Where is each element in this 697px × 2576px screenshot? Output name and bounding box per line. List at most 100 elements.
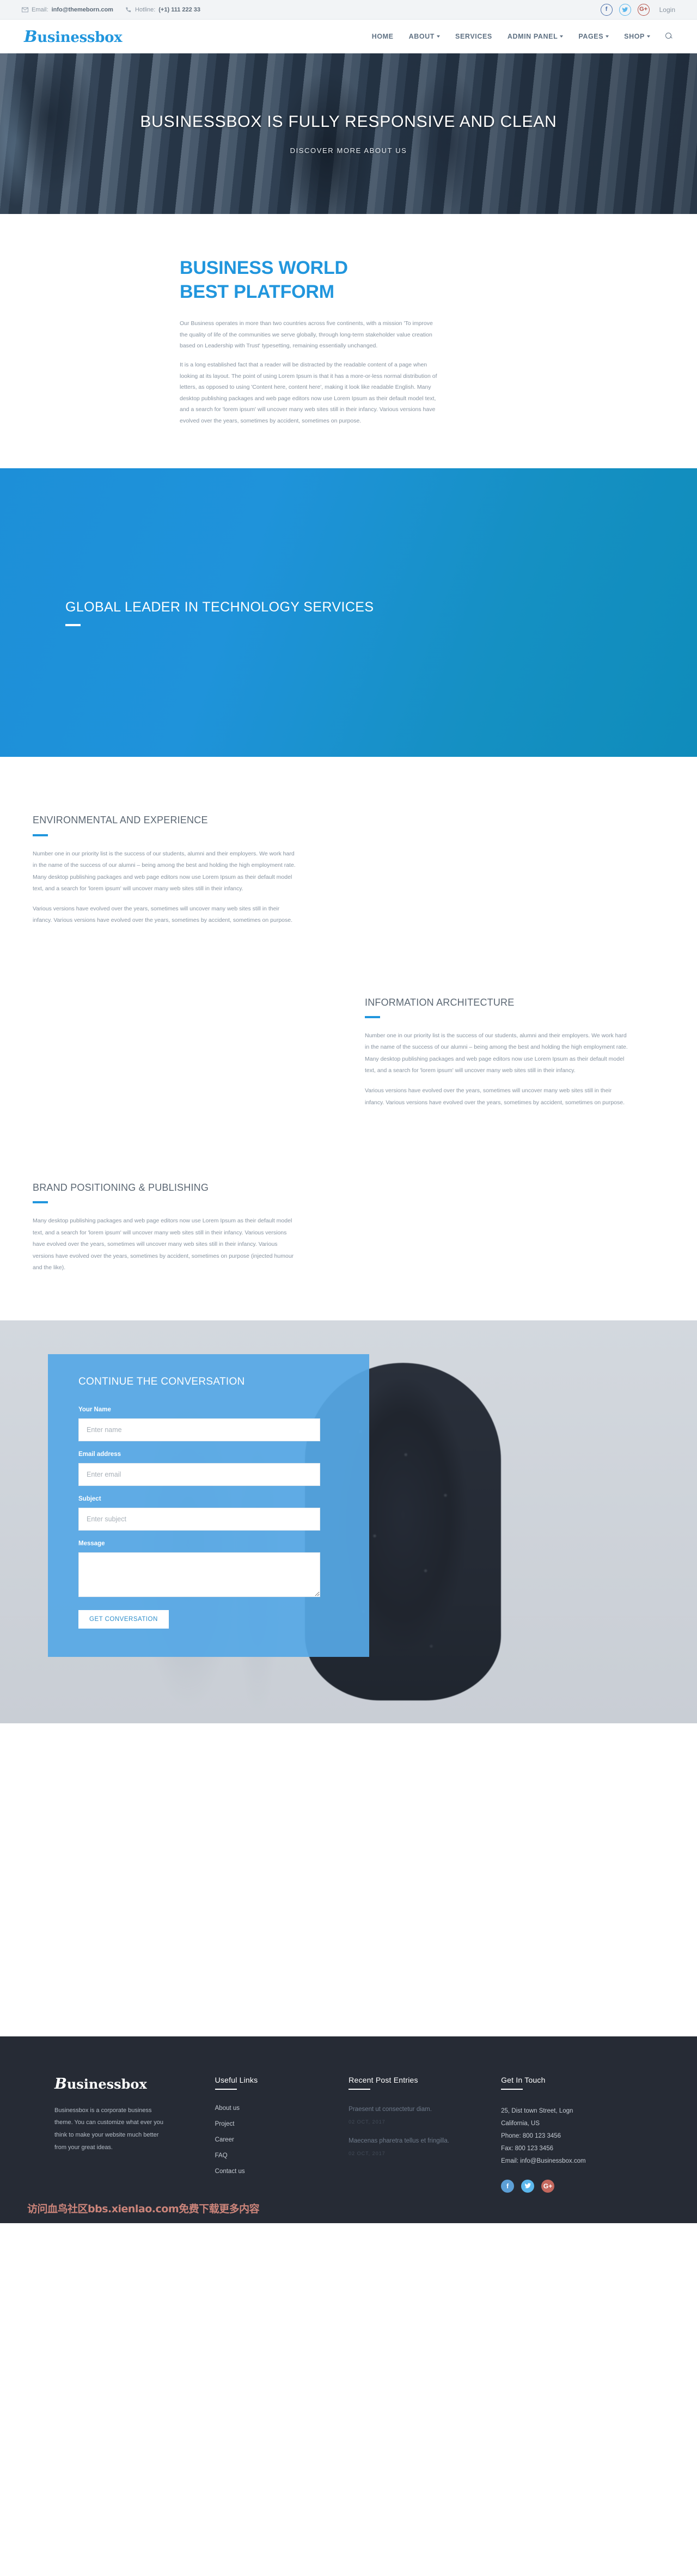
footer-address-line-1: 25, Dist town Street, Logn <box>501 2107 573 2114</box>
feature-col-right-3 <box>348 1181 664 1282</box>
hero-subtitle[interactable]: DISCOVER MORE ABOUT US <box>140 146 557 155</box>
feature-underline <box>33 1201 48 1204</box>
footer-useful-links-heading: Useful Links <box>215 2075 258 2084</box>
footer-link-project[interactable]: Project <box>215 2121 349 2127</box>
contact-section: CONTINUE THE CONVERSATION Your Name Emai… <box>0 1320 697 1723</box>
banner-inner: GLOBAL LEADER IN TECHNOLOGY SERVICES <box>0 599 374 626</box>
nav-item-shop-label: SHOP <box>624 33 645 40</box>
feature-title-environmental: ENVIRONMENTAL AND EXPERIENCE <box>33 815 208 826</box>
footer-link-career[interactable]: Career <box>215 2137 349 2143</box>
intro-body: Our Business operates in more than two c… <box>180 318 441 426</box>
feature-spacer-2 <box>0 1117 697 1181</box>
facebook-glyph: f <box>605 6 608 13</box>
nav-item-services[interactable]: SERVICES <box>455 33 492 40</box>
hero-content: BUSINESSBOX IS FULLY RESPONSIVE AND CLEA… <box>140 113 557 155</box>
feature-col-right-2: INFORMATION ARCHITECTURE Number one in o… <box>348 996 664 1117</box>
feature-col-right-1 <box>348 813 664 934</box>
topbar-hotline-value[interactable]: (+1) 111 222 33 <box>158 7 200 13</box>
top-bar-contact-group: Email: info@themeborn.com Hotline: (+1) … <box>22 7 200 13</box>
search-icon[interactable] <box>665 33 673 40</box>
google-plus-icon[interactable]: G+ <box>637 3 650 16</box>
login-link[interactable]: Login <box>659 6 675 14</box>
facebook-icon[interactable]: f <box>501 2179 515 2193</box>
nav-item-home[interactable]: HOME <box>372 33 394 40</box>
footer-get-in-touch-column: Get In Touch 25, Dist town Street, Logn … <box>501 2076 653 2193</box>
footer-link-faq[interactable]: FAQ <box>215 2152 349 2159</box>
feature-underline <box>33 834 48 836</box>
nav-item-admin-panel[interactable]: ADMIN PANEL <box>508 33 564 40</box>
nav-item-pages-label: PAGES <box>578 33 604 40</box>
feature-paragraph: Number one in our priority list is the s… <box>33 850 296 892</box>
intro-title: BUSINESS WORLD BEST PLATFORM <box>180 258 348 302</box>
nav-item-services-label: SERVICES <box>455 33 492 40</box>
feature-spacer-1 <box>0 935 697 996</box>
footer-heading-underline <box>501 2088 523 2090</box>
nav-links: HOME ABOUT SERVICES ADMIN PANEL PAGES SH… <box>372 33 673 40</box>
envelope-icon <box>22 7 28 13</box>
footer-link-about-us[interactable]: About us <box>215 2105 349 2112</box>
phone-icon <box>125 7 132 13</box>
nav-item-pages[interactable]: PAGES <box>578 33 609 40</box>
feature-title-brand-positioning: BRAND POSITIONING & PUBLISHING <box>33 1182 209 1194</box>
twitter-icon[interactable] <box>619 3 631 16</box>
feature-block-brand-positioning: BRAND POSITIONING & PUBLISHING Many desk… <box>33 1181 299 1274</box>
footer-post-date: 02 OCT, 2017 <box>348 2119 386 2125</box>
footer-recent-posts-column: Recent Post Entries Praesent ut consecte… <box>348 2076 501 2193</box>
facebook-icon[interactable]: f <box>600 3 613 16</box>
brand-logo[interactable]: Businessbox <box>24 27 123 46</box>
chevron-down-icon <box>560 35 564 38</box>
footer-get-in-touch-heading: Get In Touch <box>501 2075 546 2084</box>
feature-row-2: INFORMATION ARCHITECTURE Number one in o… <box>33 996 664 1117</box>
footer-link-contact-us[interactable]: Contact us <box>215 2168 349 2175</box>
email-field-label: Email address <box>78 1451 121 1458</box>
facebook-glyph: f <box>506 2182 509 2190</box>
banner-underline <box>65 623 81 626</box>
feature-paragraph: Number one in our priority list is the s… <box>365 1032 628 1074</box>
feature-block-environmental: ENVIRONMENTAL AND EXPERIENCE Number one … <box>33 813 299 926</box>
nav-item-home-label: HOME <box>371 33 394 40</box>
subject-input[interactable] <box>78 1507 320 1531</box>
footer-about-column: Businessbox Businessbox is a corporate b… <box>54 2076 215 2193</box>
footer-post-item[interactable]: Praesent ut consectetur diam. 02 OCT, 20… <box>348 2105 501 2125</box>
feature-paragraph: Various versions have evolved over the y… <box>33 905 293 924</box>
page-root: Email: info@themeborn.com Hotline: (+1) … <box>0 0 697 2223</box>
feature-col-left-1: ENVIRONMENTAL AND EXPERIENCE Number one … <box>33 813 348 934</box>
feature-paragraph: Various versions have evolved over the y… <box>365 1087 625 1106</box>
feature-underline <box>365 1015 380 1018</box>
footer-email[interactable]: Email: info@Businessbox.com <box>501 2155 653 2168</box>
chevron-down-icon <box>647 35 650 38</box>
contact-form-card: CONTINUE THE CONVERSATION Your Name Emai… <box>48 1354 369 1657</box>
footer-recent-posts-heading: Recent Post Entries <box>348 2075 418 2084</box>
main-navbar: Businessbox HOME ABOUT SERVICES ADMIN PA… <box>0 20 697 53</box>
google-plus-icon[interactable]: G+ <box>541 2179 555 2193</box>
name-input[interactable] <box>78 1418 320 1441</box>
top-bar-social-group: f G+ Login <box>600 3 675 16</box>
footer-columns: Businessbox Businessbox is a corporate b… <box>44 2076 653 2193</box>
footer-address-line-2: California, US <box>501 2120 540 2127</box>
nav-item-shop[interactable]: SHOP <box>624 33 650 40</box>
name-field-label: Your Name <box>78 1406 111 1413</box>
intro-inner: BUSINESS WORLD BEST PLATFORM Our Busines… <box>49 256 648 426</box>
intro-paragraph-2: It is a long established fact that a rea… <box>180 362 437 424</box>
footer-social-group: f G+ <box>501 2179 653 2193</box>
nav-item-about[interactable]: ABOUT <box>408 33 441 40</box>
site-footer: Businessbox Businessbox is a corporate b… <box>0 2036 697 2223</box>
features-section: ENVIRONMENTAL AND EXPERIENCE Number one … <box>0 757 697 1320</box>
hero-banner: BUSINESSBOX IS FULLY RESPONSIVE AND CLEA… <box>0 53 697 214</box>
topbar-hotline: Hotline: (+1) 111 222 33 <box>125 7 200 13</box>
topbar-hotline-label: Hotline: <box>134 6 156 13</box>
get-conversation-button[interactable]: GET CONVERSATION <box>78 1610 169 1629</box>
hero-title: BUSINESSBOX IS FULLY RESPONSIVE AND CLEA… <box>140 113 557 131</box>
feature-paragraph: Many desktop publishing packages and web… <box>33 1217 294 1271</box>
chevron-down-icon <box>437 35 441 38</box>
footer-post-title: Praesent ut consectetur diam. <box>348 2106 432 2113</box>
email-input[interactable] <box>78 1463 320 1486</box>
footer-brand-logo[interactable]: Businessbox <box>54 2076 215 2092</box>
footer-heading-underline <box>215 2088 237 2090</box>
nav-item-about-label: ABOUT <box>408 33 435 40</box>
message-textarea[interactable] <box>78 1552 320 1597</box>
footer-post-item[interactable]: Maecenas pharetra tellus et fringilla. 0… <box>348 2137 501 2156</box>
twitter-icon[interactable] <box>521 2179 535 2193</box>
topbar-email-value[interactable]: info@themeborn.com <box>52 7 113 13</box>
footer-brand-name: usinessbox <box>66 2076 147 2092</box>
